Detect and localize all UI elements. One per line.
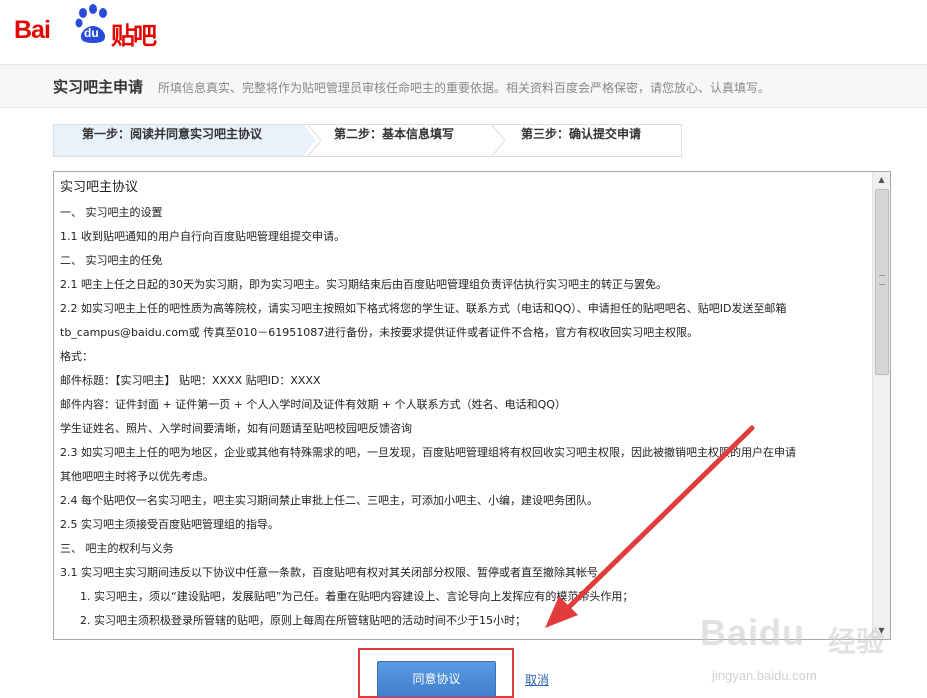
step-separator-icon (491, 125, 506, 156)
agreement-line: 学生证姓名、照片、入学时间要清晰，如有问题请至贴吧校园吧反馈咨询 (60, 422, 412, 435)
watermark-brand: Baidu (700, 612, 806, 653)
scrollbar-thumb[interactable] (875, 189, 889, 375)
logo-text-bai: Bai (14, 16, 51, 44)
agreement-line: 一、 实习吧主的设置 (60, 206, 163, 219)
step-3-label: 第三步：确认提交申请 (521, 127, 642, 141)
baidu-jingyan-watermark: Baidu 经验 jingyan.baidu.com (700, 612, 920, 692)
step-1: 第一步：阅读并同意实习吧主协议 (54, 125, 304, 156)
agreement-textbox[interactable]: 实习吧主协议 一、 实习吧主的设置 1.1 收到贴吧通知的用户自行向百度贴吧管理… (53, 171, 891, 640)
logo-text-tieba: 贴吧 (111, 22, 157, 50)
logo-text-du: du (84, 26, 99, 40)
agreement-line: 2.3 如实习吧主上任的吧为地区，企业或其他有特殊需求的吧，一旦发现，百度贴吧管… (60, 446, 796, 459)
agreement-line: 1.1 收到贴吧通知的用户自行向百度贴吧管理组提交申请。 (60, 230, 345, 243)
agreement-line: tb_campus@baidu.com或 传真至010－61951087进行备份… (60, 326, 699, 339)
agreement-line: 其他吧吧主时将予以优先考虑。 (60, 470, 214, 483)
agreement-content: 实习吧主协议 一、 实习吧主的设置 1.1 收到贴吧通知的用户自行向百度贴吧管理… (60, 177, 870, 633)
baidu-tieba-logo[interactable]: Bai du 贴吧 (14, 4, 164, 50)
scroll-up-icon[interactable]: ▲ (873, 172, 890, 188)
step-1-label: 第一步：阅读并同意实习吧主协议 (82, 127, 263, 141)
page-title: 实习吧主申请 (53, 78, 144, 96)
agreement-line: 1. 实习吧主，须以“建设贴吧，发展贴吧”为己任。着重在贴吧内容建设上、言论导向… (80, 590, 634, 603)
agreement-line: 2.1 吧主上任之日起的30天为实习期，即为实习吧主。实习期结束后由百度贴吧管理… (60, 278, 667, 291)
step-indicator: 第一步：阅读并同意实习吧主协议 第二步：基本信息填写 第三步：确认提交申请 (53, 124, 682, 157)
agreement-title: 实习吧主协议 (60, 180, 139, 195)
agreement-line: 格式： (60, 350, 93, 363)
watermark-product: 经验 (828, 625, 885, 658)
page-header: 实习吧主申请 所填信息真实、完整将作为贴吧管理员审核任命吧主的重要依据。相关资料… (0, 64, 927, 108)
watermark-url: jingyan.baidu.com (712, 668, 817, 683)
agreement-line: 2.5 实习吧主须接受百度贴吧管理组的指导。 (60, 518, 279, 531)
step-separator-icon (307, 125, 322, 156)
scrollbar-grip (879, 275, 885, 285)
agreement-line: 2.4 每个贴吧仅一名实习吧主，吧主实习期间禁止审批上任二、三吧主，可添加小吧主… (60, 494, 598, 507)
agreement-line: 二、 实习吧主的任免 (60, 254, 163, 267)
agreement-line: 三、 吧主的权利与义务 (60, 542, 174, 555)
agreement-line: 邮件内容：证件封面 + 证件第一页 + 个人入学时间及证件有效期 + 个人联系方… (60, 398, 566, 411)
cancel-link[interactable]: 取消 (525, 671, 549, 688)
agreement-scrollbar[interactable]: ▲ ▼ (872, 172, 890, 639)
agreement-line: 邮件标题：【实习吧主】 贴吧：XXXX 贴吧ID：XXXX (60, 374, 321, 387)
agreement-line: 2.2 如实习吧主上任的吧性质为高等院校，请实习吧主按照如下格式将您的学生证、联… (60, 302, 787, 315)
step-2-label: 第二步：基本信息填写 (334, 127, 455, 141)
page-subtitle: 所填信息真实、完整将作为贴吧管理员审核任命吧主的重要依据。相关资料百度会严格保密… (158, 81, 771, 95)
agree-button[interactable]: 同意协议 (377, 661, 496, 697)
agreement-line: 3.1 实习吧主实习期间违反以下协议中任意一条款，百度贴吧有权对其关闭部分权限、… (60, 566, 609, 579)
